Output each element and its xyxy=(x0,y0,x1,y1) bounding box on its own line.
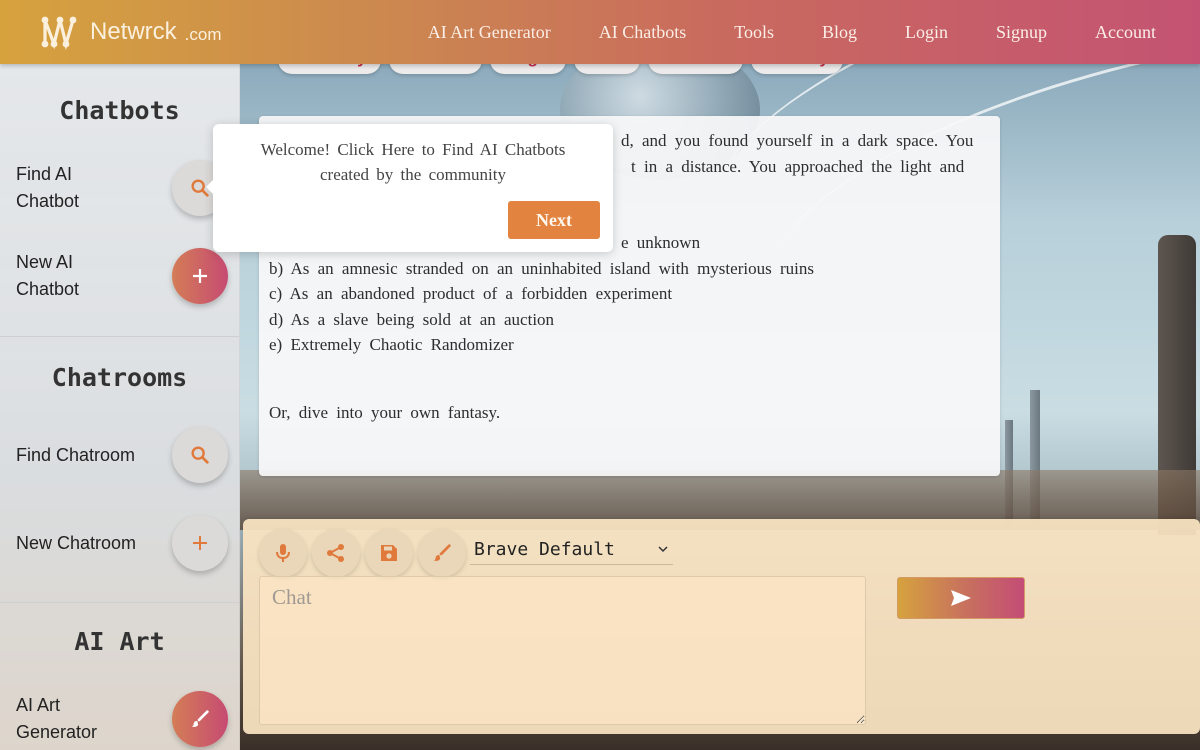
art-brush-button[interactable] xyxy=(418,529,466,577)
sidebar-item-new-ai-chatbot[interactable]: New AI Chatbot xyxy=(16,248,228,304)
new-ai-chatbot-button[interactable] xyxy=(172,248,228,304)
sidebar-section-chatrooms: Chatrooms Find Chatroom New Chatroom xyxy=(0,337,239,603)
sidebar-item-label: New Chatroom xyxy=(16,532,137,553)
story-option-e[interactable]: e) Extremely Chaotic Randomizer xyxy=(269,332,990,358)
label-line: Find AI xyxy=(16,164,73,184)
nav-blog[interactable]: Blog xyxy=(822,22,857,43)
story-option-c[interactable]: c) As an abandoned product of a forbidde… xyxy=(269,281,990,307)
sidebar-item-new-chatroom[interactable]: New Chatroom xyxy=(16,515,228,571)
share-button[interactable] xyxy=(312,529,360,577)
label-line: AI Art xyxy=(16,695,61,715)
section-title: AI Art xyxy=(74,627,165,656)
story-closing: Or, dive into your own fantasy. xyxy=(269,402,501,422)
sidebar-section-chatbots: Chatbots Find AI Chatbot New AI Chatbot xyxy=(0,64,239,337)
sidebar-item-label: Find Chatroom xyxy=(16,444,136,465)
sidebar-item-label: AI Art Generator xyxy=(16,692,97,746)
nav-signup[interactable]: Signup xyxy=(996,22,1047,43)
save-button[interactable] xyxy=(365,529,413,577)
nav-ai-chatbots[interactable]: AI Chatbots xyxy=(599,22,687,43)
nav-ai-art-generator[interactable]: AI Art Generator xyxy=(428,22,551,43)
ai-art-generator-button[interactable] xyxy=(172,691,228,747)
label-line: Chatbot xyxy=(16,191,80,211)
story-option-d[interactable]: d) As a slave being sold at an auction xyxy=(269,307,990,333)
brush-icon xyxy=(191,710,209,727)
label-line: Chatbot xyxy=(16,279,80,299)
nav-account[interactable]: Account xyxy=(1095,22,1156,43)
chat-composer: Brave Default xyxy=(243,519,1200,734)
sidebar-item-label: Find AI Chatbot xyxy=(16,161,79,215)
top-navbar: Netwrck .com AI Art Generator AI Chatbot… xyxy=(0,0,1200,64)
main-nav: AI Art Generator AI Chatbots Tools Blog … xyxy=(428,0,1156,64)
section-title: Chatbots xyxy=(59,96,180,125)
brand-name: Netwrck xyxy=(90,18,177,45)
plus-icon xyxy=(193,536,207,550)
voice-input-button[interactable] xyxy=(259,529,307,577)
plus-icon xyxy=(193,269,207,283)
chat-input[interactable] xyxy=(259,576,866,725)
voice-select[interactable]: Brave Default xyxy=(470,534,673,565)
new-chatroom-button[interactable] xyxy=(172,515,228,571)
label-line: Generator xyxy=(16,722,98,742)
voice-select-value: Brave Default xyxy=(474,538,615,560)
sidebar: Chatbots Find AI Chatbot New AI Chatbot xyxy=(0,64,240,750)
share-icon xyxy=(327,544,344,562)
brand-logo[interactable]: Netwrck .com xyxy=(40,14,222,50)
nav-login[interactable]: Login xyxy=(905,22,948,43)
microphone-icon xyxy=(276,544,290,562)
sidebar-item-label: New AI Chatbot xyxy=(16,249,79,303)
save-icon xyxy=(381,545,397,561)
send-icon xyxy=(951,590,971,606)
tour-next-button[interactable]: Next xyxy=(508,201,600,239)
sidebar-section-ai-art: AI Art AI Art Generator xyxy=(0,603,239,750)
sidebar-item-find-chatroom[interactable]: Find Chatroom xyxy=(16,427,228,483)
sidebar-item-ai-art-generator[interactable]: AI Art Generator xyxy=(16,691,228,747)
nav-tools[interactable]: Tools xyxy=(734,22,774,43)
network-logo-icon xyxy=(41,16,77,50)
label-line: New AI xyxy=(16,252,74,272)
sidebar-item-find-ai-chatbot[interactable]: Find AI Chatbot xyxy=(16,160,228,216)
brush-icon xyxy=(433,544,451,561)
story-option-b[interactable]: b) As an amnesic stranded on an uninhabi… xyxy=(269,256,990,282)
find-chatroom-button[interactable] xyxy=(172,427,228,483)
brand-tld: .com xyxy=(184,25,222,44)
search-icon xyxy=(191,446,209,464)
composer-toolbar xyxy=(259,529,466,577)
popover-message: Welcome! Click Here to Find AI Chatbots … xyxy=(260,140,566,184)
section-title: Chatrooms xyxy=(51,363,188,392)
welcome-tour-popover: Welcome! Click Here to Find AI Chatbots … xyxy=(206,124,613,252)
chevron-down-icon xyxy=(658,546,668,553)
send-button[interactable] xyxy=(897,577,1025,619)
